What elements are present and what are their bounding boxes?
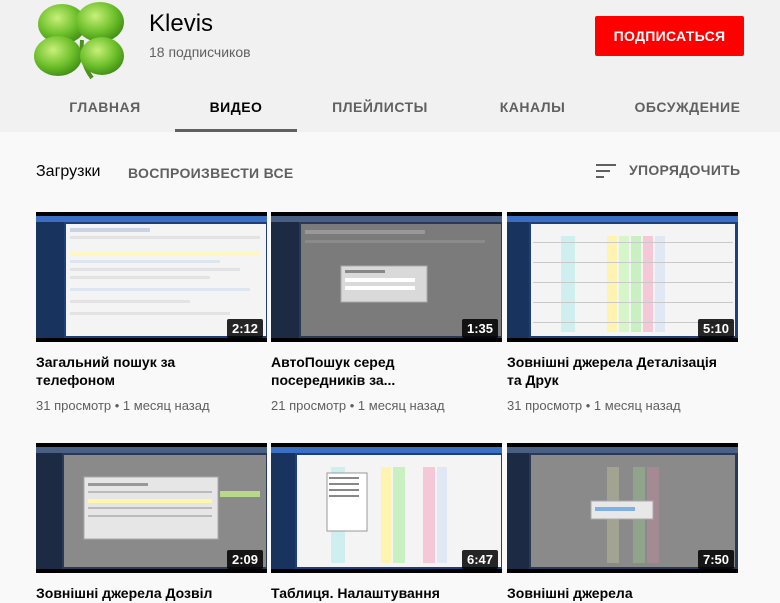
video-duration: 7:50: [697, 550, 734, 569]
subscribe-button[interactable]: ПОДПИСАТЬСЯ: [595, 16, 744, 56]
video-meta: 21 просмотр • 1 месяц назад: [271, 398, 445, 413]
video-title[interactable]: Таблиця. Налаштування: [271, 584, 491, 602]
play-all-link[interactable]: ВОСПРОИЗВЕСТИ ВСЕ: [128, 165, 294, 181]
video-duration: 2:12: [226, 319, 263, 338]
video-thumbnail[interactable]: 2:09: [36, 443, 267, 573]
four-leaf-clover-icon: [34, 2, 124, 80]
view-count: 31 просмотр: [36, 398, 112, 413]
video-duration: 5:10: [697, 319, 734, 338]
tab-playlists[interactable]: ПЛЕЙЛИСТЫ: [322, 90, 438, 132]
upload-age: 1 месяц назад: [357, 398, 445, 413]
section-title: Загрузки: [36, 163, 101, 180]
tab-home[interactable]: ГЛАВНАЯ: [55, 90, 155, 132]
video-thumbnail[interactable]: 2:12: [36, 212, 267, 342]
tab-discussion[interactable]: ОБСУЖДЕНИЕ: [625, 90, 750, 132]
upload-age: 1 месяц назад: [593, 398, 681, 413]
tab-channels[interactable]: КАНАЛЫ: [485, 90, 580, 132]
sort-button[interactable]: УПОРЯДОЧИТЬ: [629, 162, 740, 178]
view-count: 21 просмотр: [271, 398, 347, 413]
tab-videos[interactable]: ВИДЕО: [175, 90, 297, 132]
upload-age: 1 месяц назад: [122, 398, 210, 413]
sort-icon[interactable]: [596, 162, 618, 180]
video-thumbnail[interactable]: 5:10: [507, 212, 738, 342]
video-title[interactable]: Зовнішні джерела: [507, 584, 727, 602]
video-title[interactable]: Зовнішні джерела Дозвіл: [36, 584, 256, 602]
video-thumbnail[interactable]: 6:47: [271, 443, 502, 573]
video-title[interactable]: Загальний пошук за телефоном: [36, 353, 256, 389]
video-thumbnail[interactable]: 7:50: [507, 443, 738, 573]
channel-avatar[interactable]: [30, 0, 130, 80]
subscriber-count: 18 подписчиков: [149, 44, 251, 60]
video-duration: 2:09: [226, 550, 263, 569]
video-meta: 31 просмотр • 1 месяц назад: [36, 398, 210, 413]
video-thumbnail[interactable]: 1:35: [271, 212, 502, 342]
video-duration: 6:47: [461, 550, 498, 569]
view-count: 31 просмотр: [507, 398, 583, 413]
channel-name: Klevis: [149, 10, 214, 37]
video-title[interactable]: Зовнішні джерела Деталізація та Друк: [507, 353, 727, 389]
channel-header: Klevis 18 подписчиков ПОДПИСАТЬСЯ ГЛАВНА…: [0, 0, 780, 132]
video-title[interactable]: АвтоПошук серед посередників за...: [271, 353, 491, 389]
video-meta: 31 просмотр • 1 месяц назад: [507, 398, 681, 413]
video-duration: 1:35: [461, 319, 498, 338]
